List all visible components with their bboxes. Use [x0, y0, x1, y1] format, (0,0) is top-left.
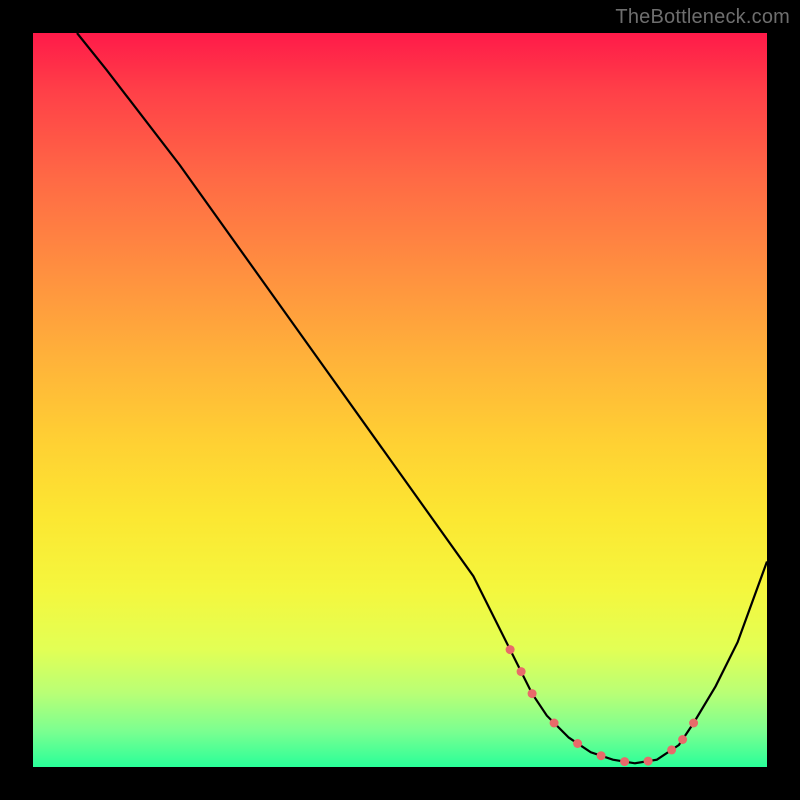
curve-dot: [667, 745, 676, 754]
curve-line: [77, 33, 767, 763]
curve-dot: [620, 757, 629, 766]
bottleneck-curve: [33, 33, 767, 767]
curve-dot: [506, 645, 515, 654]
plot-area: [33, 33, 767, 767]
curve-dot: [678, 735, 687, 744]
chart-frame: TheBottleneck.com: [0, 0, 800, 800]
curve-dots: [506, 645, 698, 766]
curve-dot: [644, 757, 653, 766]
curve-dot: [689, 719, 698, 728]
curve-dot: [597, 751, 606, 760]
curve-dot: [573, 739, 582, 748]
curve-dot: [528, 689, 537, 698]
curve-dot: [550, 719, 559, 728]
curve-dot: [517, 667, 526, 676]
watermark-text: TheBottleneck.com: [615, 6, 790, 29]
